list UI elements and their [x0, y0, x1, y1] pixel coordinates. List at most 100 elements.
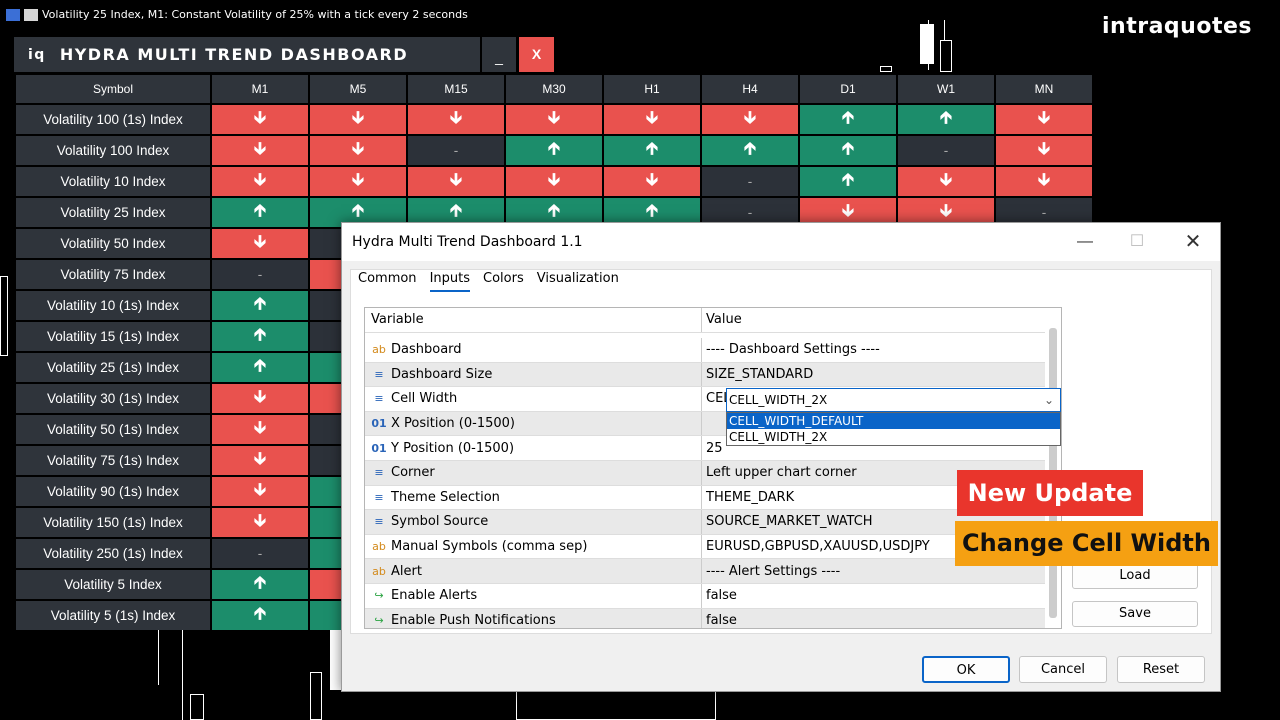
timeframe-header: M1 [212, 75, 308, 103]
param-value[interactable] [702, 412, 706, 436]
param-row[interactable]: ab Alert ---- Alert Settings ---- [365, 559, 1045, 584]
arrow-down-icon: 🡳 [310, 105, 406, 134]
symbol-name: Volatility 15 (1s) Index [16, 322, 210, 351]
minimize-button[interactable]: _ [482, 37, 516, 72]
table-header: Variable Value [365, 308, 1045, 333]
param-row[interactable]: ≡ Theme Selection THEME_DARK [365, 485, 1045, 511]
param-row[interactable]: ab Dashboard ---- Dashboard Settings ---- [365, 338, 1045, 363]
tab-common[interactable]: Common [358, 271, 417, 292]
param-value[interactable]: ---- Alert Settings ---- [702, 559, 840, 583]
candle [0, 276, 8, 356]
param-row[interactable]: ≡ Symbol Source SOURCE_MARKET_WATCH [365, 510, 1045, 535]
param-label: Symbol Source [391, 514, 489, 530]
bool-type-icon: ↪ [374, 589, 384, 603]
load-button[interactable]: Load [1072, 563, 1198, 589]
param-value[interactable]: false [702, 584, 737, 608]
param-label: Cell Width [391, 391, 458, 407]
arrow-down-icon: 🡳 [702, 105, 798, 134]
symbol-name: Volatility 100 (1s) Index [16, 105, 210, 134]
arrow-up-icon: 🡱 [898, 105, 994, 134]
table-row: Volatility 10 Index 🡳 🡳 🡳 🡳 🡳 - 🡱 🡳 🡳 [16, 167, 1092, 196]
param-row[interactable]: ab Manual Symbols (comma sep) EURUSD,GBPUS… [365, 534, 1045, 560]
candle [920, 24, 934, 64]
param-name: ≡ Theme Selection [365, 485, 702, 510]
symbol-name: Volatility 5 (1s) Index [16, 601, 210, 630]
param-value[interactable]: ---- Dashboard Settings ---- [702, 338, 880, 362]
tab-bar: Common Inputs Colors Visualization [358, 271, 619, 292]
chevron-down-icon: ⌄ [1043, 393, 1054, 407]
param-name: ≡ Cell Width [365, 387, 702, 411]
cancel-button[interactable]: Cancel [1019, 656, 1107, 683]
brand-logo: intraquotes [1102, 14, 1252, 39]
arrow-down-icon: 🡳 [212, 167, 308, 196]
dashboard-title: HYDRA MULTI TREND DASHBOARD [59, 45, 409, 64]
param-value[interactable]: EURUSD,GBPUSD,XAUUSD,USDJPY [702, 535, 930, 559]
symbol-name: Volatility 10 (1s) Index [16, 291, 210, 320]
param-label: Manual Symbols (comma sep) [391, 539, 588, 555]
param-row[interactable]: ≡ Dashboard Size SIZE_STANDARD [365, 362, 1045, 388]
param-label: Enable Push Notifications [391, 612, 556, 628]
cell-width-select[interactable]: CELL_WIDTH_2X ⌄ [726, 388, 1061, 412]
symbol-name: Volatility 50 Index [16, 229, 210, 258]
param-value[interactable]: THEME_DARK [702, 486, 794, 510]
table-row: Volatility 100 (1s) Index 🡳 🡳 🡳 🡳 🡳 🡳 🡱 🡱 🡳 [16, 105, 1092, 134]
dropdown-option-default[interactable]: CELL_WIDTH_DEFAULT [727, 413, 1060, 429]
arrow-down-icon: 🡳 [996, 167, 1092, 196]
maximize-icon[interactable]: ☐ [1122, 229, 1152, 255]
enum-type-icon: ≡ [374, 490, 384, 504]
num-type-icon: 01 [371, 441, 387, 455]
param-value[interactable]: false [702, 609, 737, 628]
param-name: ≡ Symbol Source [365, 510, 702, 534]
param-row[interactable]: ≡ Corner Left upper chart corner [365, 461, 1045, 486]
symbol-name: Volatility 25 (1s) Index [16, 353, 210, 382]
num-type-icon: 01 [371, 417, 387, 431]
candle [880, 66, 892, 72]
param-label: Y Position (0-1500) [391, 440, 515, 456]
close-button[interactable]: X [519, 37, 554, 72]
symbol-name: Volatility 75 (1s) Index [16, 446, 210, 475]
arrow-up-icon: 🡱 [800, 105, 896, 134]
enum-type-icon: ≡ [374, 367, 384, 381]
arrow-down-icon: 🡳 [212, 136, 308, 165]
param-label: Dashboard [391, 342, 462, 358]
param-row[interactable]: ↪ Enable Alerts false [365, 584, 1045, 609]
neutral-dash-icon: - [898, 136, 994, 165]
param-label: Enable Alerts [391, 588, 478, 604]
param-row[interactable]: ↪ Enable Push Notifications false [365, 608, 1045, 628]
neutral-dash-icon: - [212, 260, 308, 289]
candle [516, 690, 716, 720]
dashboard-header[interactable]: iq HYDRA MULTI TREND DASHBOARD [14, 37, 480, 72]
arrow-down-icon: 🡳 [506, 167, 602, 196]
param-value[interactable]: SOURCE_MARKET_WATCH [702, 510, 873, 534]
tab-inputs[interactable]: Inputs [429, 271, 470, 292]
ok-button[interactable]: OK [922, 656, 1010, 683]
save-button[interactable]: Save [1072, 601, 1198, 627]
tab-colors[interactable]: Colors [483, 271, 524, 292]
tab-visualization[interactable]: Visualization [537, 271, 619, 292]
param-name: ≡ Dashboard Size [365, 362, 702, 387]
minimize-icon[interactable]: — [1070, 229, 1100, 255]
arrow-down-icon: 🡳 [898, 167, 994, 196]
candle [310, 672, 322, 720]
inputs-table: Variable Value ab Dashboard ---- Dashboard… [364, 307, 1062, 629]
arrow-up-icon: 🡱 [212, 291, 308, 320]
enum-type-icon: ≡ [374, 515, 384, 529]
param-name: 01 Y Position (0-1500) [365, 436, 702, 460]
chart-icon [6, 8, 20, 21]
arrow-down-icon: 🡳 [212, 229, 308, 258]
arrow-down-icon: 🡳 [506, 105, 602, 134]
arrow-down-icon: 🡳 [310, 167, 406, 196]
symbol-name: Volatility 90 (1s) Index [16, 477, 210, 506]
symbol-name: Volatility 75 Index [16, 260, 210, 289]
param-name: 01 X Position (0-1500) [365, 411, 702, 436]
reset-button[interactable]: Reset [1117, 656, 1205, 683]
param-value[interactable]: 25 [702, 436, 723, 460]
param-value[interactable]: SIZE_STANDARD [702, 363, 813, 387]
arrow-up-icon: 🡱 [800, 136, 896, 165]
param-value[interactable]: Left upper chart corner [702, 461, 857, 485]
timeframe-header: D1 [800, 75, 896, 103]
dropdown-option-2x[interactable]: CELL_WIDTH_2X [727, 429, 1060, 445]
arrow-down-icon: 🡳 [996, 136, 1092, 165]
enum-type-icon: ≡ [374, 392, 384, 406]
close-icon[interactable]: ✕ [1178, 229, 1208, 255]
